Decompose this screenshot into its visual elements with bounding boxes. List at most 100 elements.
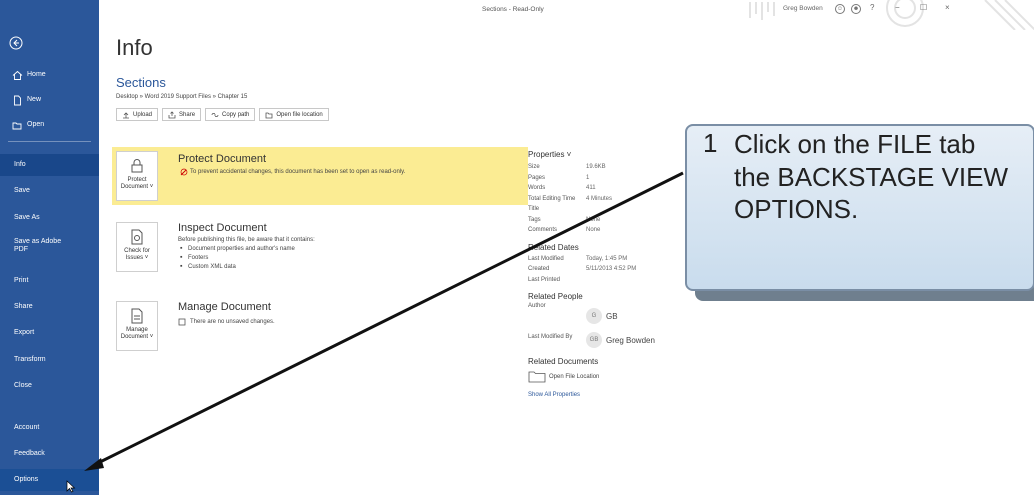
related-people-heading: Related People bbox=[528, 292, 583, 301]
property-key: Tags bbox=[528, 216, 541, 223]
new-document-icon bbox=[14, 95, 21, 105]
date-row: Last Modified Today, 1:45 PM bbox=[528, 254, 678, 265]
copy-path-button[interactable]: Copy path bbox=[205, 108, 256, 121]
property-value[interactable]: None bbox=[586, 217, 600, 223]
sidebar-item-label: Share bbox=[14, 302, 33, 310]
property-key: Total Editing Time bbox=[528, 195, 576, 202]
sidebar-item-label: Print bbox=[14, 276, 29, 284]
mouse-cursor-icon bbox=[66, 480, 76, 493]
upload-button[interactable]: Upload bbox=[116, 108, 159, 121]
upload-label: Upload bbox=[133, 111, 153, 118]
inspect-intro: Before publishing this file, be aware th… bbox=[178, 237, 315, 243]
document-icon bbox=[178, 318, 186, 326]
copy-path-label: Copy path bbox=[222, 111, 250, 118]
lock-icon bbox=[131, 159, 143, 173]
last-modified-by-row: Last Modified By GB Greg Bowden bbox=[528, 325, 678, 349]
date-row: Last Printed bbox=[528, 275, 678, 286]
share-button[interactable]: Share bbox=[162, 108, 202, 121]
sidebar-item-label: New bbox=[27, 95, 42, 103]
modified-by-person[interactable]: GB Greg Bowden bbox=[586, 332, 655, 348]
close-button[interactable]: × bbox=[945, 3, 950, 12]
breadcrumb[interactable]: Desktop » Word 2019 Support Files » Chap… bbox=[116, 94, 247, 100]
sidebar-item-home[interactable]: Home bbox=[0, 64, 99, 86]
sidebar-item-label: Options bbox=[14, 475, 39, 483]
sidebar-item-info[interactable]: Info bbox=[0, 154, 99, 176]
sidebar-item-label: Transform bbox=[14, 355, 46, 363]
sidebar-item-close[interactable]: Close bbox=[0, 375, 99, 397]
property-key: Pages bbox=[528, 174, 546, 181]
property-value: 5/11/2013 4:52 PM bbox=[586, 266, 637, 273]
sidebar-item-label: Export bbox=[14, 328, 35, 336]
sidebar-item-export[interactable]: Export bbox=[0, 322, 99, 344]
protect-document-heading: Protect Document bbox=[178, 153, 267, 165]
check-for-issues-button[interactable]: Check for Issues ˅ bbox=[116, 222, 158, 272]
pencil-blocked-icon bbox=[180, 168, 188, 176]
callout-step-number: 1 bbox=[703, 128, 718, 158]
author-row: Author G GB bbox=[528, 303, 678, 325]
sidebar-item-open[interactable]: Open bbox=[0, 114, 99, 136]
user-name[interactable]: Greg Bowden bbox=[783, 5, 823, 12]
document-name: Sections bbox=[116, 75, 166, 90]
protect-document-section: Protect Document ˅ Protect Document To p… bbox=[112, 147, 528, 205]
property-row: Pages 1 bbox=[528, 173, 678, 184]
property-row: Words 411 bbox=[528, 183, 678, 194]
back-arrow-icon[interactable] bbox=[9, 36, 23, 50]
open-file-location-button[interactable]: Open file location bbox=[259, 108, 329, 121]
sidebar-item-label: Open bbox=[27, 120, 45, 128]
user-icon[interactable]: ☺ bbox=[835, 4, 845, 14]
related-documents-heading: Related Documents bbox=[528, 357, 599, 366]
sidebar-item-print[interactable]: Print bbox=[0, 270, 99, 292]
maximize-button[interactable]: ☐ bbox=[920, 3, 927, 12]
page-title: Info bbox=[116, 35, 153, 60]
sidebar-item-save-as[interactable]: Save As bbox=[0, 207, 99, 229]
minimize-button[interactable]: − bbox=[895, 3, 900, 12]
avatar: GB bbox=[586, 332, 602, 348]
sidebar-item-new[interactable]: New bbox=[0, 89, 99, 111]
sidebar-item-label: Save as Adobe PDF bbox=[14, 237, 62, 253]
show-all-properties-link[interactable]: Show All Properties bbox=[528, 392, 678, 398]
window-title: Sections - Read-Only bbox=[482, 6, 544, 13]
property-key: Author bbox=[528, 303, 546, 309]
sidebar-item-label: Info bbox=[14, 160, 26, 168]
inspect-document-section: Check for Issues ˅ Inspect Document Befo… bbox=[112, 218, 528, 288]
property-value[interactable]: None bbox=[586, 227, 600, 233]
property-key: Title bbox=[528, 206, 540, 213]
property-row: Title bbox=[528, 204, 678, 215]
sidebar-item-label: Feedback bbox=[14, 449, 45, 457]
sidebar-item-label: Close bbox=[14, 381, 32, 389]
upload-icon bbox=[123, 111, 129, 118]
sidebar-item-save-as-adobe-pdf[interactable]: Save as Adobe PDF bbox=[0, 233, 70, 259]
sidebar-item-feedback[interactable]: Feedback bbox=[0, 443, 99, 465]
manage-document-heading: Manage Document bbox=[178, 301, 271, 313]
author-person[interactable]: G GB bbox=[586, 308, 618, 324]
open-file-location-link[interactable]: Open File Location bbox=[528, 371, 678, 383]
share-icon bbox=[168, 110, 176, 118]
properties-heading[interactable]: Properties ˅ bbox=[528, 150, 678, 159]
sidebar-item-options[interactable]: Options bbox=[0, 469, 99, 491]
manage-document-tile-label: Manage Document ˅ bbox=[120, 327, 154, 341]
manage-document-button[interactable]: Manage Document ˅ bbox=[116, 301, 158, 351]
property-value: 411 bbox=[586, 185, 596, 192]
property-key: Comments bbox=[528, 227, 558, 234]
protect-document-tile-label: Protect Document ˅ bbox=[120, 177, 154, 191]
account-icon[interactable]: ☻ bbox=[851, 4, 861, 14]
sidebar-item-share[interactable]: Share bbox=[0, 296, 99, 318]
protect-document-button[interactable]: Protect Document ˅ bbox=[116, 151, 158, 201]
share-label: Share bbox=[179, 111, 196, 118]
property-row: Comments None bbox=[528, 225, 678, 236]
manage-document-text: There are no unsaved changes. bbox=[190, 319, 275, 325]
list-item: Footers bbox=[178, 253, 315, 264]
sidebar-item-transform[interactable]: Transform bbox=[0, 349, 99, 371]
inspect-document-text: Before publishing this file, be aware th… bbox=[178, 236, 315, 273]
property-value: Today, 1:45 PM bbox=[586, 255, 628, 262]
sidebar-item-label: Account bbox=[14, 423, 40, 431]
help-button[interactable]: ? bbox=[870, 3, 874, 12]
sidebar-item-save[interactable]: Save bbox=[0, 180, 99, 202]
file-actions: Upload Share Copy path Open file locatio… bbox=[116, 108, 329, 121]
modified-by-name: Greg Bowden bbox=[606, 335, 655, 345]
sidebar-item-label: Save bbox=[14, 186, 30, 194]
sidebar-item-account[interactable]: Account bbox=[0, 417, 99, 439]
check-for-issues-tile-label: Check for Issues ˅ bbox=[124, 248, 150, 262]
properties-panel: Properties ˅ Size 19.6KB Pages 1 Words 411 … bbox=[528, 150, 678, 398]
protect-document-text: To prevent accidental changes, this docu… bbox=[190, 169, 406, 175]
